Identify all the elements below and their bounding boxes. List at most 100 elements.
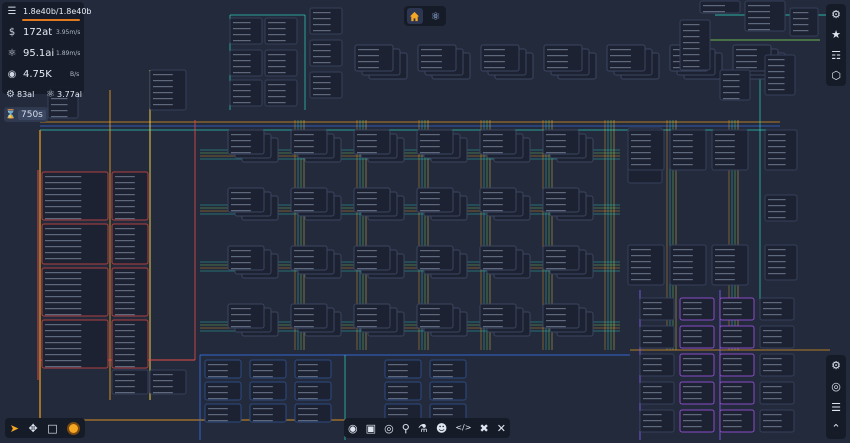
money-value: 172at bbox=[23, 27, 53, 38]
guide-button[interactable]: ☶ bbox=[831, 50, 841, 61]
machine-node[interactable] bbox=[542, 245, 580, 271]
machine-node[interactable] bbox=[290, 303, 328, 329]
top-nav: ⚛ bbox=[404, 6, 446, 26]
machine-node[interactable] bbox=[227, 303, 265, 329]
machine-node[interactable] bbox=[353, 245, 391, 271]
machine-node[interactable] bbox=[416, 129, 454, 155]
tools-button[interactable]: ✖ bbox=[479, 423, 488, 434]
move-tool[interactable]: ✥ bbox=[29, 423, 38, 434]
hexagon-icon: ⬡ bbox=[831, 69, 841, 83]
node-detail bbox=[253, 376, 273, 378]
machine-node[interactable] bbox=[384, 359, 422, 379]
node-detail bbox=[208, 376, 228, 378]
machine-node[interactable] bbox=[384, 381, 422, 401]
close-button[interactable]: ✕ bbox=[497, 423, 506, 434]
node-detail bbox=[763, 302, 782, 304]
machine-node[interactable] bbox=[204, 403, 242, 423]
machine-node[interactable] bbox=[679, 19, 711, 71]
machine-node[interactable] bbox=[353, 187, 391, 213]
node-detail bbox=[484, 67, 505, 69]
machine-node[interactable] bbox=[542, 187, 580, 213]
machine-node[interactable] bbox=[249, 359, 287, 379]
machine-node[interactable] bbox=[416, 245, 454, 271]
database-button[interactable]: ☰ bbox=[831, 402, 841, 413]
node-detail bbox=[723, 86, 740, 88]
node-detail bbox=[231, 192, 251, 194]
achievements-button[interactable]: ★ bbox=[831, 29, 841, 40]
node-detail bbox=[253, 414, 273, 416]
node-detail bbox=[298, 408, 318, 410]
factory-canvas[interactable] bbox=[0, 0, 850, 443]
node-detail bbox=[45, 324, 82, 326]
target-icon: ◎ bbox=[831, 380, 841, 393]
select-tool[interactable]: □ bbox=[47, 423, 57, 434]
node-detail bbox=[388, 414, 408, 416]
node-detail bbox=[683, 392, 702, 394]
machine-node[interactable] bbox=[294, 359, 332, 379]
node-detail bbox=[546, 256, 566, 258]
machine-node[interactable] bbox=[479, 187, 517, 213]
node-detail bbox=[313, 82, 331, 84]
machine-node[interactable] bbox=[149, 369, 187, 395]
node-detail bbox=[45, 258, 82, 260]
process-button[interactable]: ◎ bbox=[384, 423, 394, 434]
machine-node[interactable] bbox=[227, 245, 265, 271]
machine-node[interactable] bbox=[249, 403, 287, 423]
home-button[interactable] bbox=[406, 8, 423, 24]
blueprint-button[interactable]: ⚙ bbox=[831, 360, 841, 371]
node-detail bbox=[268, 102, 286, 104]
node-detail bbox=[546, 134, 566, 136]
machine-node[interactable] bbox=[429, 359, 467, 379]
machine-node[interactable] bbox=[249, 381, 287, 401]
node-detail bbox=[546, 262, 566, 264]
node-detail bbox=[748, 23, 770, 25]
machine-node[interactable] bbox=[479, 245, 517, 271]
machine-node[interactable] bbox=[416, 187, 454, 213]
target-button[interactable]: ◎ bbox=[831, 381, 841, 392]
machine-node[interactable] bbox=[353, 129, 391, 155]
research-button[interactable]: ⚛ bbox=[428, 8, 444, 24]
node-detail bbox=[115, 354, 135, 356]
flask-button[interactable]: ⚗ bbox=[418, 423, 428, 434]
node-detail bbox=[768, 134, 786, 136]
node-detail bbox=[768, 273, 786, 275]
hexagon-button[interactable]: ⬡ bbox=[831, 70, 841, 81]
machine-node[interactable] bbox=[227, 129, 265, 155]
node-detail bbox=[683, 426, 702, 428]
machine-node[interactable] bbox=[204, 359, 242, 379]
node-detail bbox=[233, 72, 251, 74]
flask-icon: ⚗ bbox=[417, 421, 428, 435]
node-detail bbox=[231, 262, 251, 264]
machine-node[interactable] bbox=[542, 129, 580, 155]
machine-node[interactable] bbox=[294, 381, 332, 401]
node-detail bbox=[153, 386, 173, 388]
machine-node[interactable] bbox=[290, 187, 328, 213]
chip-button[interactable]: ▣ bbox=[366, 423, 376, 434]
home-icon bbox=[409, 11, 420, 21]
node-detail bbox=[643, 426, 662, 428]
machine-node[interactable] bbox=[227, 187, 265, 213]
pointer-tool[interactable]: ➤ bbox=[10, 423, 19, 434]
machine-node[interactable] bbox=[542, 303, 580, 329]
microscope-button[interactable]: ⚲ bbox=[402, 423, 410, 434]
machine-node[interactable] bbox=[111, 369, 149, 395]
machine-node[interactable] bbox=[479, 129, 517, 155]
machine-node[interactable] bbox=[479, 303, 517, 329]
machine-node[interactable] bbox=[416, 303, 454, 329]
node-detail bbox=[294, 320, 314, 322]
user-button[interactable]: ☻ bbox=[436, 423, 447, 434]
settings-button[interactable]: ⚙ bbox=[831, 9, 841, 20]
code-button[interactable]: </> bbox=[455, 424, 471, 432]
node-detail bbox=[683, 386, 702, 388]
machine-node[interactable] bbox=[204, 381, 242, 401]
machine-node[interactable] bbox=[429, 381, 467, 401]
record-tool[interactable] bbox=[67, 421, 81, 435]
collapse-button[interactable]: ⌃ bbox=[831, 423, 840, 434]
network-button[interactable]: ◉ bbox=[348, 423, 358, 434]
machine-node[interactable] bbox=[290, 245, 328, 271]
node-detail bbox=[683, 24, 700, 26]
machine-node[interactable] bbox=[353, 303, 391, 329]
machine-node[interactable] bbox=[764, 244, 798, 281]
machine-node[interactable] bbox=[294, 403, 332, 423]
machine-node[interactable] bbox=[290, 129, 328, 155]
